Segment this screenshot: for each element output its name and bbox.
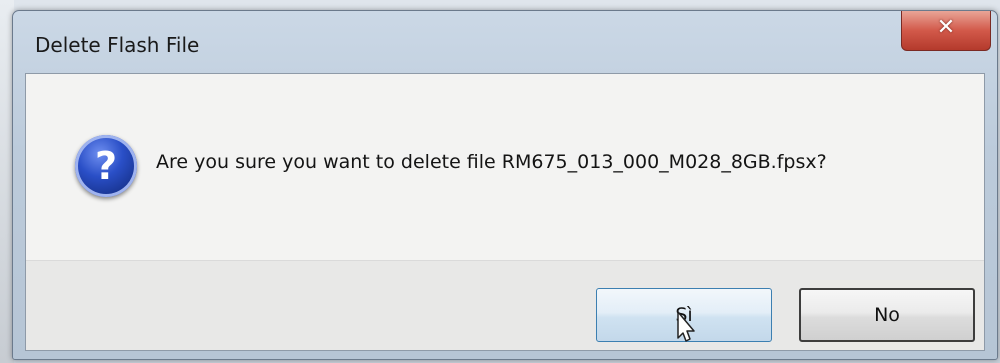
title-bar[interactable]: Delete Flash File ✕ bbox=[13, 11, 997, 73]
close-icon: ✕ bbox=[936, 15, 956, 40]
mouse-cursor-icon bbox=[677, 311, 695, 342]
close-button[interactable]: ✕ bbox=[901, 11, 991, 51]
delete-flash-file-dialog: Delete Flash File ✕ ? Are you sure you w… bbox=[12, 10, 998, 360]
no-button[interactable]: No bbox=[799, 288, 975, 342]
question-mark-glyph: ? bbox=[94, 144, 118, 188]
message-area: ? Are you sure you want to delete file R… bbox=[26, 74, 984, 260]
question-icon: ? bbox=[75, 135, 137, 197]
dialog-body: ? Are you sure you want to delete file R… bbox=[25, 73, 985, 351]
dialog-title: Delete Flash File bbox=[35, 33, 200, 57]
button-bar: Sì No bbox=[26, 260, 984, 350]
screen: Delete Flash File ✕ ? Are you sure you w… bbox=[0, 0, 1000, 363]
confirmation-message: Are you sure you want to delete file RM6… bbox=[156, 151, 827, 173]
